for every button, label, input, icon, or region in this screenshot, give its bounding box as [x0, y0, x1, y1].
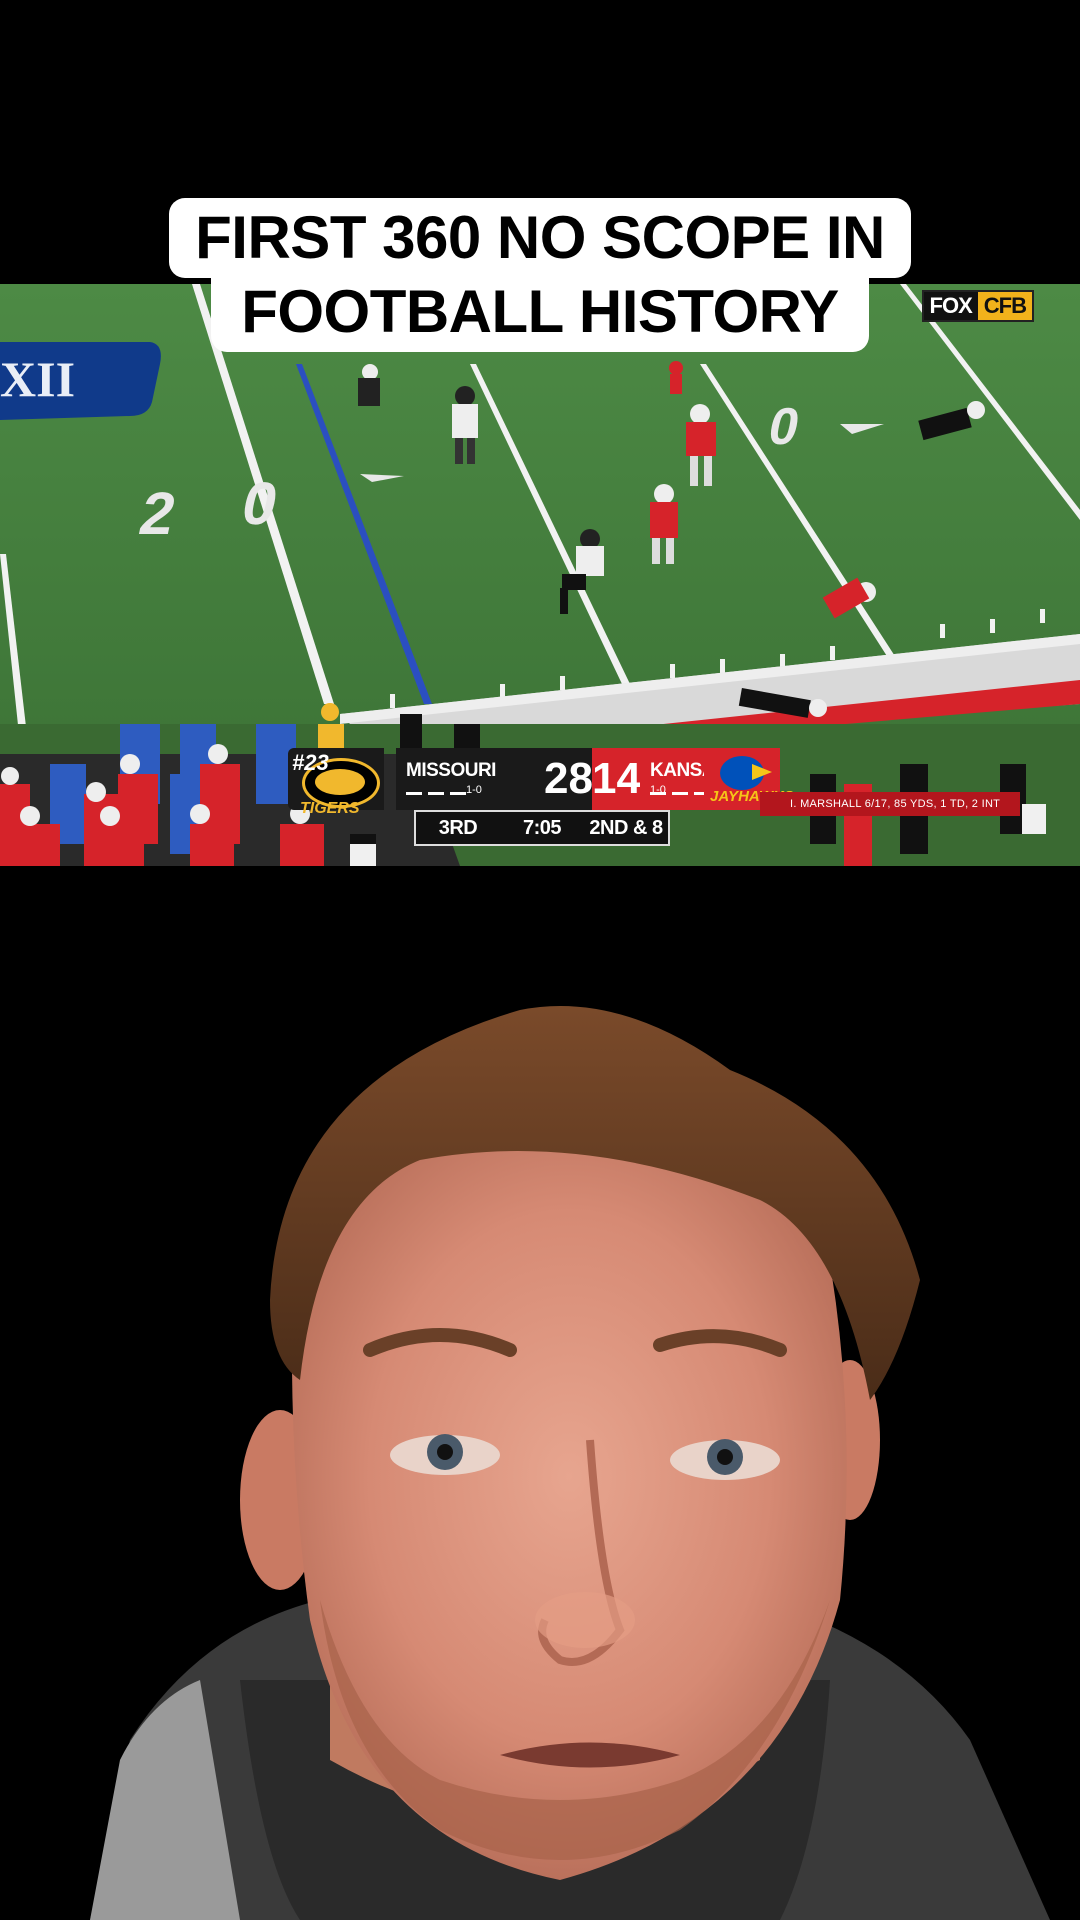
reaction-camera-frame — [0, 980, 1080, 1920]
football-field-scene: XII 2 0 0 — [0, 284, 1080, 866]
conference-logo-text: XII — [0, 351, 75, 407]
video-caption: FIRST 360 NO SCOPE IN FOOTBALL HISTORY — [0, 198, 1080, 352]
caption-line-1: FIRST 360 NO SCOPE IN — [169, 198, 911, 278]
person-face-image — [0, 980, 1080, 1920]
football-video-frame: XII 2 0 0 — [0, 284, 1080, 866]
caption-line-2: FOOTBALL HISTORY — [211, 272, 869, 352]
